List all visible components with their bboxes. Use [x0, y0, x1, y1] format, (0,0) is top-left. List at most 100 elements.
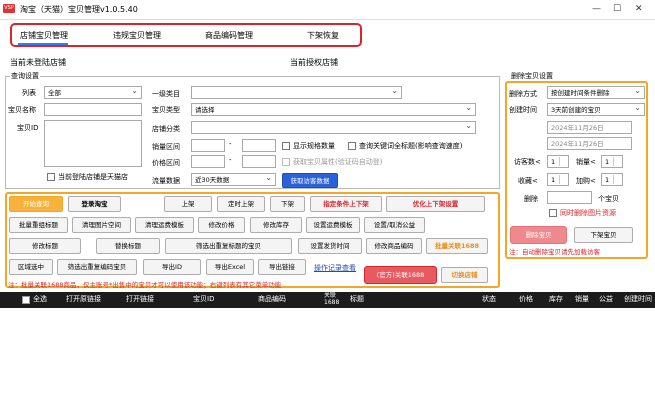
sales-min-input[interactable]	[191, 139, 225, 152]
batch-rebuild-title-button[interactable]: 批量重组标题	[9, 217, 68, 233]
delete-count-input[interactable]	[547, 191, 592, 204]
col-product-code: 商品编码	[258, 295, 286, 303]
sales-lt-label: 销量<	[576, 158, 596, 166]
official-link-1688-button[interactable]: (官方)关联1688	[364, 266, 437, 284]
switch-shop-button[interactable]: 切换店铺	[441, 267, 488, 283]
delete-images-label: 同时删除图片资源	[560, 209, 616, 217]
fav-stepper[interactable]: 1	[547, 173, 569, 186]
operation-log-link[interactable]: 操作记录查看	[314, 263, 356, 273]
region-select-button[interactable]: 区域选中	[9, 259, 53, 275]
select-all-checkbox[interactable]	[22, 296, 30, 304]
edit-title-button[interactable]: 修改标题	[9, 238, 81, 254]
query-settings-title: 查询设置	[10, 71, 40, 81]
col-charity: 公益	[599, 295, 613, 303]
create-time-select[interactable]: 3天前创建的宝贝	[547, 103, 645, 116]
delete-count-unit: 个宝贝	[598, 195, 619, 203]
col-status: 状态	[482, 295, 496, 303]
create-time-label: 创建时间	[509, 106, 537, 114]
delete-note: 注：自动删除宝贝请先加载访客	[509, 248, 600, 256]
window-title: 淘宝（天猫）宝贝管理v1.0.5.40	[20, 5, 138, 14]
offshelf-button[interactable]: 下架	[270, 196, 305, 212]
visitor-stepper[interactable]: 1	[547, 155, 569, 168]
item-type-label: 宝贝类型	[152, 106, 180, 114]
replace-title-button[interactable]: 替换标题	[96, 238, 160, 254]
price-max-input[interactable]	[242, 155, 276, 168]
optimize-shelf-settings-button[interactable]: 优化上下架设置	[386, 196, 485, 212]
tab-product-code[interactable]: 商品编码管理	[205, 30, 253, 41]
get-visitor-data-button[interactable]: 获取访客数据	[282, 173, 338, 188]
col-create-time: 创建时间	[624, 295, 652, 303]
conditional-shelf-button[interactable]: 指定条件上下架	[310, 196, 382, 212]
tab-violation-items[interactable]: 违规宝贝管理	[113, 30, 161, 41]
get-attr-label: 获取宝贝属性(验证码自动登)	[293, 158, 383, 166]
delete-count-label: 删除	[524, 195, 538, 203]
col-open-link: 打开链接	[126, 295, 154, 303]
traffic-select[interactable]: 近30天数据	[191, 173, 276, 186]
maximize-button[interactable]: ☐	[613, 4, 621, 14]
clean-image-space-button[interactable]: 清理图片空间	[72, 217, 131, 233]
col-link-1688: 关联1688	[324, 292, 340, 306]
price-min-input[interactable]	[191, 155, 225, 168]
shop-category-label: 店铺分类	[152, 125, 180, 133]
close-button[interactable]: ✕	[635, 4, 643, 14]
col-sales: 销量	[575, 295, 589, 303]
sales-range-label: 销量区间	[152, 143, 180, 151]
cart-label: 加购<	[576, 177, 596, 185]
delete-mode-label: 删除方式	[509, 90, 537, 98]
item-id-label: 宝贝ID	[17, 124, 39, 132]
active-tab-indicator	[18, 43, 68, 45]
set-charity-button[interactable]: 设置/取消公益	[364, 217, 425, 233]
col-title: 标题	[350, 295, 364, 303]
list-select[interactable]: 全部	[44, 86, 142, 99]
date-picker-1[interactable]: 2024年11月26日	[547, 121, 632, 134]
visitor-label: 访客数<	[514, 158, 541, 166]
login-taobao-button[interactable]: 登录淘宝	[68, 196, 121, 212]
onshelf-button[interactable]: 上架	[164, 196, 212, 212]
timed-onshelf-button[interactable]: 定时上架	[217, 196, 265, 212]
edit-stock-button[interactable]: 修改库存	[250, 217, 302, 233]
tab-shop-items[interactable]: 店铺宝贝管理	[20, 30, 68, 41]
delete-items-button[interactable]: 删除宝贝	[510, 226, 567, 244]
item-type-select[interactable]: 请选择	[191, 103, 476, 116]
show-spec-label: 显示规格数量	[293, 142, 335, 150]
cart-stepper[interactable]: 1	[601, 173, 623, 186]
list-label: 列表	[22, 89, 36, 97]
clean-shipping-template-button[interactable]: 清理运费模板	[135, 217, 194, 233]
sales-stepper[interactable]: 1	[601, 155, 623, 168]
set-delivery-time-button[interactable]: 设置发货时间	[298, 238, 362, 254]
col-stock: 库存	[549, 295, 563, 303]
category1-select[interactable]	[191, 86, 402, 99]
category1-label: 一级类目	[152, 90, 180, 98]
sales-max-input[interactable]	[242, 139, 276, 152]
tmall-checkbox[interactable]	[47, 173, 55, 181]
shop-category-select[interactable]	[191, 121, 476, 134]
col-item-id: 宝贝ID	[193, 295, 215, 303]
delete-settings-title: 删除宝贝设置	[510, 71, 554, 81]
item-id-textarea[interactable]	[44, 120, 142, 167]
filter-duplicate-code-button[interactable]: 筛选出重复编码宝贝	[57, 259, 137, 275]
start-query-button[interactable]: 开始查询	[9, 196, 63, 212]
item-name-label: 宝贝名称	[8, 106, 36, 114]
delete-images-checkbox[interactable]	[549, 209, 557, 217]
get-attr-checkbox[interactable]	[282, 158, 290, 166]
edit-product-code-button[interactable]: 修改商品编码	[366, 238, 422, 254]
date-picker-2[interactable]: 2024年11月26日	[547, 137, 632, 150]
filter-duplicate-title-button[interactable]: 筛选出重复标题的宝贝	[165, 238, 292, 254]
tab-restore-offshelf[interactable]: 下架恢复	[307, 30, 339, 41]
batch-link-1688-button[interactable]: 批量关联1688	[426, 238, 488, 254]
table-body[interactable]	[0, 308, 655, 400]
set-shipping-template-button[interactable]: 设置运费模板	[306, 217, 360, 233]
export-link-button[interactable]: 导出链接	[258, 259, 306, 275]
col-open-original-link: 打开原链接	[66, 295, 101, 303]
authorized-shop-label: 当前授权店铺	[290, 58, 338, 67]
query-full-title-checkbox[interactable]	[348, 142, 356, 150]
col-select-all[interactable]: 全选	[33, 292, 47, 308]
edit-price-button[interactable]: 修改价格	[198, 217, 245, 233]
export-excel-button[interactable]: 导出Excel	[206, 259, 254, 275]
offshelf-items-button[interactable]: 下架宝贝	[574, 227, 633, 243]
minimize-button[interactable]: —	[592, 4, 601, 14]
export-id-button[interactable]: 导出ID	[143, 259, 201, 275]
show-spec-checkbox[interactable]	[282, 142, 290, 150]
item-name-input[interactable]	[44, 103, 142, 116]
delete-mode-select[interactable]: 按创建时间条件删除	[547, 86, 645, 99]
